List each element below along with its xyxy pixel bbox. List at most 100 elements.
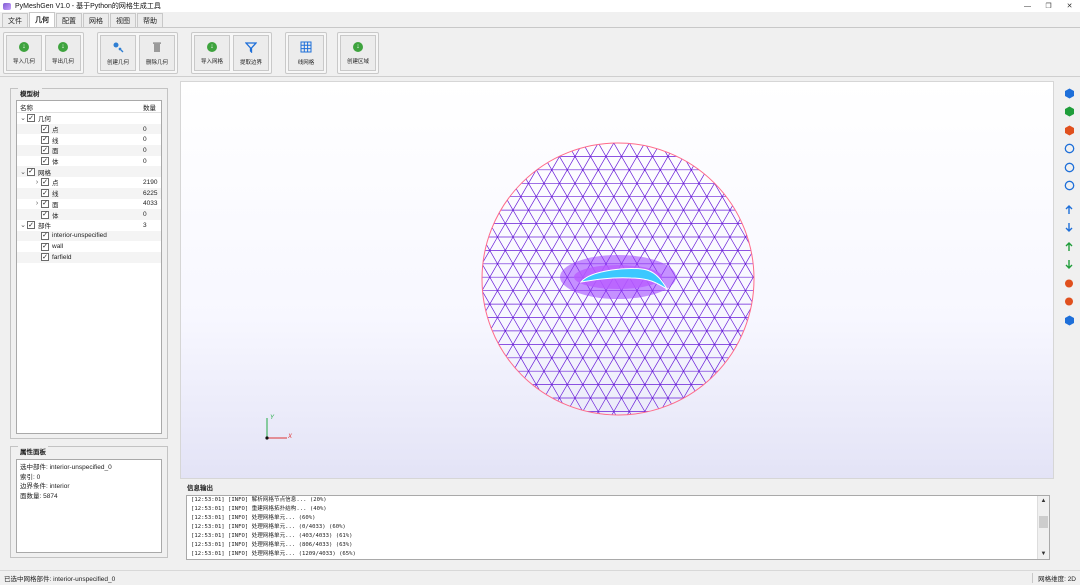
tab-file[interactable]: 文件 (2, 13, 28, 27)
import-geometry-button[interactable]: ↓ 导入几何 (6, 35, 42, 71)
import-mesh-button[interactable]: ↓ 导入网格 (194, 35, 230, 71)
rotate-view-button[interactable] (1060, 158, 1078, 177)
tree-item-label: 几何 (38, 116, 51, 124)
tree-item[interactable]: › ✓ 面 4033 (17, 199, 161, 210)
create-geometry-button[interactable]: 创建几何 (100, 35, 136, 71)
visibility-checkbox[interactable]: ✓ (41, 178, 49, 187)
expand-arrow-icon[interactable]: › (33, 179, 41, 186)
expand-arrow-icon[interactable]: ⌄ (19, 114, 27, 122)
log-line: [12:53:01] [INFO] 处理网格单元... (1209/4033) … (191, 551, 356, 557)
log-line: [12:53:01] [INFO] 处理网格单元... (60%) (191, 515, 316, 521)
prop-face-count: 面数量: 5874 (20, 492, 58, 500)
log-scrollbar[interactable]: ▲ ▼ (1037, 496, 1049, 559)
log-line: [12:53:01] [INFO] 解析网格节点信息... (20%) (191, 497, 327, 503)
extract-boundary-button[interactable]: 提取边界 (233, 35, 269, 71)
tree-item[interactable]: ✓ 体 0 (17, 156, 161, 167)
tree-item[interactable]: ✓ 面 0 (17, 145, 161, 156)
visibility-checkbox[interactable]: ✓ (27, 114, 35, 123)
visibility-checkbox[interactable]: ✓ (41, 146, 49, 155)
visibility-checkbox[interactable]: ✓ (41, 157, 49, 166)
zoom-fit-button[interactable] (1060, 140, 1078, 159)
tab-mesh[interactable]: 网格 (83, 13, 109, 27)
visibility-checkbox[interactable]: ✓ (41, 253, 49, 262)
create-region-button[interactable]: ↓ 创建区域 (340, 35, 376, 71)
import-icon: ↓ (19, 41, 29, 52)
view-front-icon (1064, 106, 1074, 117)
export-geometry-button[interactable]: ↓ 导出几何 (45, 35, 81, 71)
tree-item[interactable]: ⌄ ✓ 部件 3 (17, 220, 161, 231)
scroll-thumb[interactable] (1039, 516, 1048, 528)
tree-item-count: 0 (143, 157, 147, 165)
status-selection: 已选中网格部件: interior-unspecified_0 (4, 576, 116, 583)
expand-arrow-icon[interactable]: ⌄ (19, 221, 27, 229)
scroll-up-icon[interactable]: ▲ (1038, 496, 1049, 506)
tree-item[interactable]: ⌄ ✓ 几何 (17, 113, 161, 124)
tree-item[interactable]: ✓ farfield (17, 251, 161, 263)
axis-y-minus-button[interactable] (1060, 256, 1078, 275)
prop-boundary-condition: 边界条件: interior (20, 483, 70, 490)
visibility-checkbox[interactable]: ✓ (41, 189, 49, 198)
tree-item[interactable]: › ✓ 点 2190 (17, 177, 161, 188)
prop-index: 索引: 0 (20, 473, 41, 481)
tree-item[interactable]: ✓ 线 6225 (17, 187, 161, 199)
tab-config[interactable]: 配置 (56, 13, 82, 27)
window-title: PyMeshGen V1.0 - 基于Python的网格生成工具 (15, 3, 161, 10)
delete-geometry-button[interactable]: 删除几何 (139, 35, 175, 71)
log-view[interactable]: [12:53:01] [INFO] 解析网格节点信息... (20%) [12:5… (186, 495, 1050, 560)
surface-view-button[interactable] (1060, 177, 1078, 196)
line-mesh-button[interactable]: 线网格 (288, 35, 324, 71)
visibility-checkbox[interactable]: ✓ (41, 125, 49, 134)
view-iso-button[interactable] (1060, 84, 1078, 103)
log-line: [12:53:01] [INFO] 处理网格单元... (403/4033) (… (191, 533, 353, 539)
tree-item-label: 网格 (38, 169, 51, 177)
view-front-button[interactable] (1060, 103, 1078, 122)
axis-y-label: Y (270, 415, 275, 421)
tab-help[interactable]: 帮助 (137, 13, 163, 27)
view-side-button[interactable] (1060, 121, 1078, 140)
tab-geometry[interactable]: 几何 (29, 12, 55, 27)
close-button[interactable]: ✕ (1059, 0, 1080, 12)
mesh-render (481, 142, 755, 416)
visibility-checkbox[interactable]: ✓ (41, 231, 49, 240)
tree-item[interactable]: ✓ interior-unspecified (17, 230, 161, 242)
line-mesh-group: 线网格 (285, 32, 327, 74)
app-logo-icon (3, 2, 11, 10)
surface-view-icon (1064, 180, 1074, 191)
visibility-checkbox[interactable]: ✓ (41, 135, 49, 144)
tree-item-count: 0 (143, 125, 147, 133)
axes-origin (265, 436, 269, 440)
perspective-button[interactable] (1060, 311, 1078, 330)
minimize-button[interactable]: — (1017, 0, 1038, 12)
property-panel-title: 属性面板 (18, 446, 48, 456)
visibility-checkbox[interactable]: ✓ (27, 167, 35, 176)
visibility-checkbox[interactable]: ✓ (41, 242, 49, 251)
log-line: [12:53:01] [INFO] 重建网格拓扑结构... (40%) (191, 506, 327, 512)
col-count-header: 数量 (143, 104, 156, 112)
file-group: ↓ 导入几何 ↓ 导出几何 (3, 32, 84, 74)
tree-header: 名称 数量 (17, 101, 161, 113)
axis-x-minus-button[interactable] (1060, 219, 1078, 238)
expand-arrow-icon[interactable]: ⌄ (19, 168, 27, 176)
tree-item[interactable]: ✓ wall (17, 241, 161, 252)
visibility-checkbox[interactable]: ✓ (41, 210, 49, 219)
maximize-button[interactable]: ❐ (1038, 0, 1059, 12)
axis-y-plus-button[interactable] (1060, 237, 1078, 256)
model-tree-title: 模型树 (18, 88, 42, 98)
status-bar: 已选中网格部件: interior-unspecified_0 网格维度: 2D (0, 570, 1080, 585)
scroll-down-icon[interactable]: ▼ (1038, 549, 1049, 559)
mesh-viewport[interactable]: Y X (180, 81, 1054, 479)
ribbon-toolbar: ↓ 导入几何 ↓ 导出几何 创建几何 删除几何 ↓ 导入网格 提取边界 线网格 … (0, 29, 1080, 77)
axis-x-plus-button[interactable] (1060, 200, 1078, 219)
axis-z-minus-button[interactable] (1060, 293, 1078, 312)
expand-arrow-icon[interactable]: › (33, 200, 41, 207)
visibility-checkbox[interactable]: ✓ (41, 199, 49, 208)
tree-item[interactable]: ⌄ ✓ 网格 (17, 166, 161, 178)
tab-view[interactable]: 视图 (110, 13, 136, 27)
axis-z-plus-button[interactable] (1060, 274, 1078, 293)
tree-item-label: interior-unspecified (52, 232, 107, 240)
tree-item[interactable]: ✓ 体 0 (17, 209, 161, 220)
window-controls: — ❐ ✕ (1017, 0, 1080, 12)
tree-item[interactable]: ✓ 点 0 (17, 123, 161, 135)
tree-item[interactable]: ✓ 线 0 (17, 134, 161, 145)
visibility-checkbox[interactable]: ✓ (27, 221, 35, 230)
